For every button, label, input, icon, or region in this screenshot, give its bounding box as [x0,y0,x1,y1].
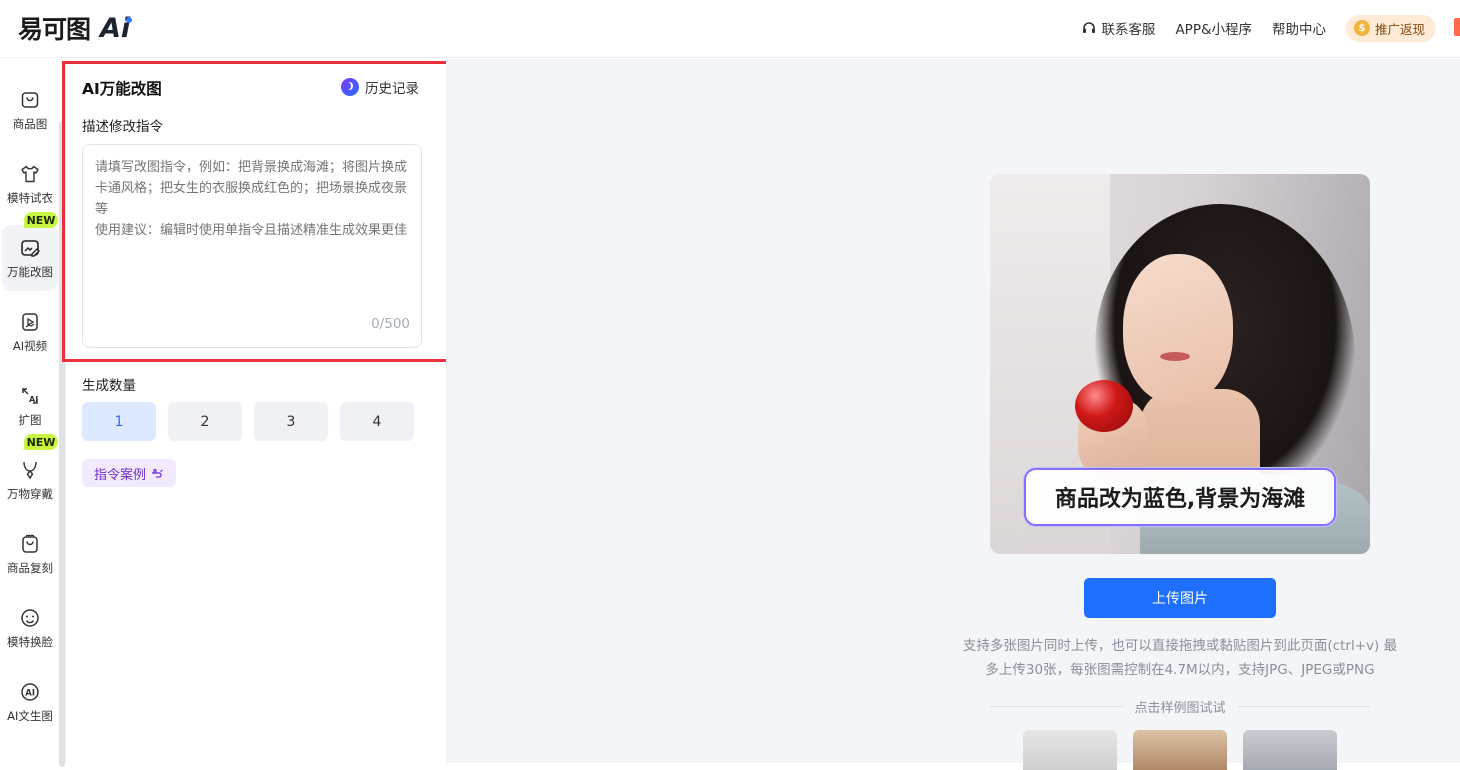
quantity-option[interactable]: 1 [82,402,156,441]
logo[interactable]: 易可图 Ai [18,12,133,44]
rail-label: 万能改图 [7,264,53,279]
rail-label: 商品复刻 [7,560,53,575]
rail-item-expand[interactable]: AI 扩图 [2,373,58,439]
quantity-option[interactable]: 4 [340,402,414,441]
prompt-label: 描述修改指令 [82,119,163,135]
rail-label: AI视频 [12,338,48,353]
necklace-icon [23,461,37,479]
sample-images [1023,730,1353,770]
svg-text:AI: AI [25,688,35,698]
promo-button[interactable]: $ 推广返现 [1345,14,1436,42]
gift-icon[interactable] [1454,18,1460,36]
upload-button[interactable]: 上传图片 [1084,578,1276,618]
image-edit-icon [21,239,40,257]
char-counter: 0/500 [371,316,410,332]
quantity-option[interactable]: 3 [254,402,328,441]
quantity-selector: 1 2 3 4 [82,402,426,441]
rail-label: 扩图 [18,412,42,427]
logo-text: 易可图 [18,15,91,44]
upload-hint-line: 支持多张图片同时上传，也可以直接拖拽或黏贴图片到此页面(ctrl+v) 最 [962,638,1398,654]
history-icon [341,78,359,96]
sample-image[interactable] [1243,730,1337,770]
pointing-hand-icon [152,468,163,478]
examples-button[interactable]: 指令案例 [82,459,177,487]
promo-label: 推广返现 [1374,21,1425,37]
panel-title: AI万能改图 [82,80,162,98]
left-rail: 商品图 模特试衣 万能改图 NEW AI视频 AI 扩图 NEW 万物穿戴 商品… [0,59,66,767]
main-canvas: 商品改为蓝色,背景为海滩 上传图片 支持多张图片同时上传，也可以直接拖拽或黏贴图… [446,59,1460,770]
history-button[interactable]: 历史记录 [341,77,419,97]
rail-label: 商品图 [12,116,48,131]
edit-panel: AI万能改图 历史记录 描述修改指令 0/500 生成数量 1 2 3 4 指令… [62,59,474,763]
logo-ai-mark: Ai [100,12,133,44]
header-nav: 联系客服 APP&小程序 帮助中心 $ 推广返现 [1061,14,1436,42]
video-icon [22,312,38,331]
nav-support-label: 联系客服 [1101,22,1156,38]
rail-item-model-tryon[interactable]: 模特试衣 [2,151,58,217]
rail-label: AI文生图 [7,708,53,723]
examples-label: 指令案例 [94,467,147,483]
nav-help-label: 帮助中心 [1271,22,1326,38]
rail-label: 模特换脸 [7,634,53,649]
top-header: 易可图 Ai 联系客服 APP&小程序 帮助中心 $ 推广返现 [0,0,1460,58]
example-preview-image: 商品改为蓝色,背景为海滩 [990,174,1370,554]
rail-item-text-to-image[interactable]: AI AI文生图 [2,669,58,735]
shopping-bag-icon [21,91,39,108]
rail-item-universal-edit[interactable]: 万能改图 [2,225,58,291]
nav-help[interactable]: 帮助中心 [1272,18,1326,38]
sample-divider-text: 点击样例图试试 [1134,700,1226,716]
new-badge: NEW [24,212,58,228]
coin-icon: $ [1353,20,1370,36]
quantity-label: 生成数量 [82,378,136,394]
face-icon [21,608,39,627]
prompt-caption: 商品改为蓝色,背景为海滩 [1024,468,1336,526]
history-label: 历史记录 [365,81,419,97]
tshirt-icon [21,165,39,182]
quantity-option[interactable]: 2 [168,402,242,441]
rail-item-product-image[interactable]: 商品图 [2,77,58,143]
upload-hint-line: 多上传30张，每张图需控制在4.7M以内，支持JPG、JPEG或PNG [985,662,1375,678]
rail-item-face-swap[interactable]: 模特换脸 [2,595,58,661]
sample-divider: 点击样例图试试 [990,696,1371,716]
headset-icon [1083,22,1096,33]
nav-support[interactable]: 联系客服 [1081,18,1155,38]
nav-app[interactable]: APP&小程序 [1175,18,1252,38]
bag-copy-icon [22,534,38,553]
ai-text-icon: AI [21,682,39,701]
rail-item-ai-video[interactable]: AI视频 [2,299,58,365]
sample-image[interactable] [1133,730,1227,770]
rail-label: 模特试衣 [7,190,53,205]
svg-text:AI: AI [29,395,38,404]
rail-item-wearables[interactable]: 万物穿戴 [2,447,58,513]
upload-hint: 支持多张图片同时上传，也可以直接拖拽或黏贴图片到此页面(ctrl+v) 最 多上… [946,634,1414,682]
rail-label: 万物穿戴 [7,486,53,501]
sample-image[interactable] [1023,730,1117,770]
nav-app-label: APP&小程序 [1175,22,1252,38]
rail-item-product-copy[interactable]: 商品复刻 [2,521,58,587]
expand-image-icon: AI [22,387,38,404]
